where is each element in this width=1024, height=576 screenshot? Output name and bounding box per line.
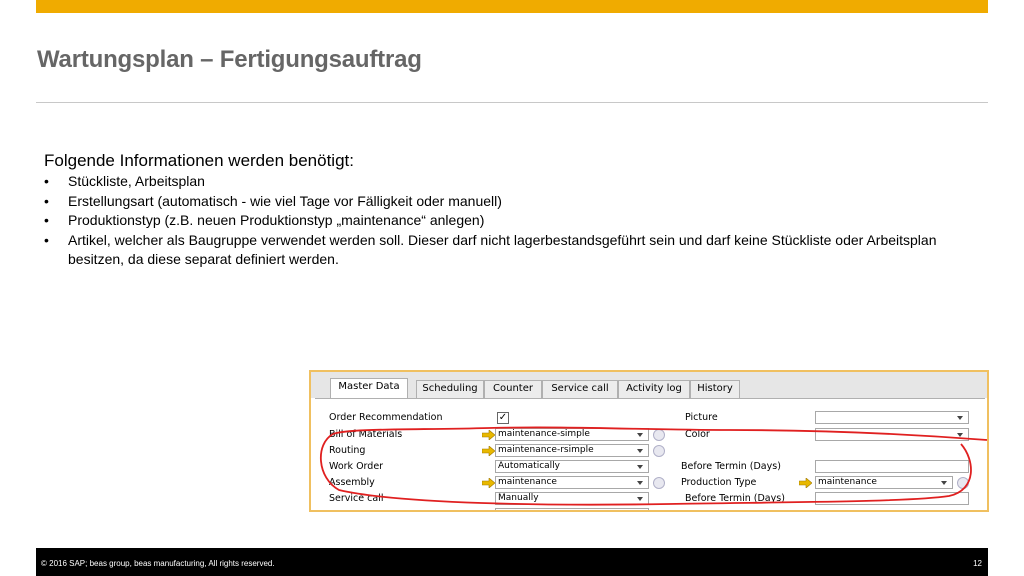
tab-activity-log[interactable]: Activity log	[618, 380, 690, 398]
picture-field[interactable]	[815, 411, 969, 424]
intro-text: Folgende Informationen werden benötigt:	[44, 151, 354, 170]
copyright-text: © 2016 SAP; beas group, beas manufacturi…	[41, 559, 275, 568]
service-call-select[interactable]: Manually	[495, 492, 649, 505]
assembly-field[interactable]: maintenance	[495, 476, 649, 489]
before-termin-servicecall-field[interactable]	[815, 492, 969, 505]
next-field[interactable]	[495, 508, 649, 510]
list-icon[interactable]	[653, 429, 665, 441]
color-field[interactable]	[815, 428, 969, 441]
footer-bar: © 2016 SAP; beas group, beas manufacturi…	[36, 548, 988, 576]
before-termin-workorder-field[interactable]	[815, 460, 969, 473]
tab-strip: Master Data Scheduling Counter Service c…	[311, 372, 987, 398]
order-recommendation-label: Order Recommendation	[329, 412, 443, 423]
link-arrow-icon[interactable]	[482, 478, 495, 488]
work-order-label: Work Order	[329, 461, 384, 472]
bullet-item: Produktionstyp (z.B. neuen Produktionsty…	[44, 211, 984, 231]
routing-label: Routing	[329, 445, 366, 456]
bullet-list: Stückliste, Arbeitsplan Erstellungsart (…	[44, 172, 984, 270]
link-arrow-icon[interactable]	[799, 478, 812, 488]
page-number: 12	[973, 559, 982, 568]
tab-history[interactable]: History	[690, 380, 740, 398]
link-arrow-icon[interactable]	[482, 446, 495, 456]
title-divider	[36, 102, 988, 103]
before-termin-workorder-label: Before Termin (Days)	[681, 461, 781, 472]
tab-master-data[interactable]: Master Data	[330, 378, 408, 398]
service-call-label: Service call	[329, 493, 384, 504]
bullet-item: Stückliste, Arbeitsplan	[44, 172, 984, 192]
production-type-label: Production Type	[681, 477, 757, 488]
top-accent-bar	[36, 0, 988, 13]
order-recommendation-checkbox[interactable]: ✓	[497, 412, 509, 424]
slide-body: Folgende Informationen werden benötigt: …	[44, 150, 984, 270]
link-arrow-icon[interactable]	[482, 430, 495, 440]
tab-counter[interactable]: Counter	[484, 380, 542, 398]
sap-form-screenshot: Master Data Scheduling Counter Service c…	[309, 370, 989, 512]
work-order-select[interactable]: Automatically	[495, 460, 649, 473]
tab-scheduling[interactable]: Scheduling	[416, 380, 484, 398]
before-termin-servicecall-label: Before Termin (Days)	[685, 493, 785, 504]
assembly-label: Assembly	[329, 477, 375, 488]
page-title: Wartungsplan – Fertigungsauftrag	[37, 46, 422, 73]
picture-label: Picture	[685, 412, 718, 423]
list-icon[interactable]	[957, 477, 969, 489]
list-icon[interactable]	[653, 477, 665, 489]
bill-of-materials-label: Bill of Materials	[329, 429, 403, 440]
production-type-field[interactable]: maintenance	[815, 476, 953, 489]
bullet-item: Erstellungsart (automatisch - wie viel T…	[44, 192, 984, 212]
bullet-item: Artikel, welcher als Baugruppe verwendet…	[44, 231, 984, 270]
list-icon[interactable]	[653, 445, 665, 457]
routing-field[interactable]: maintenance-rsimple	[495, 444, 649, 457]
tab-service-call[interactable]: Service call	[542, 380, 618, 398]
bill-of-materials-field[interactable]: maintenance-simple	[495, 428, 649, 441]
master-data-form: Order Recommendation Bill of Materials R…	[315, 398, 985, 510]
color-label: Color	[685, 429, 710, 440]
